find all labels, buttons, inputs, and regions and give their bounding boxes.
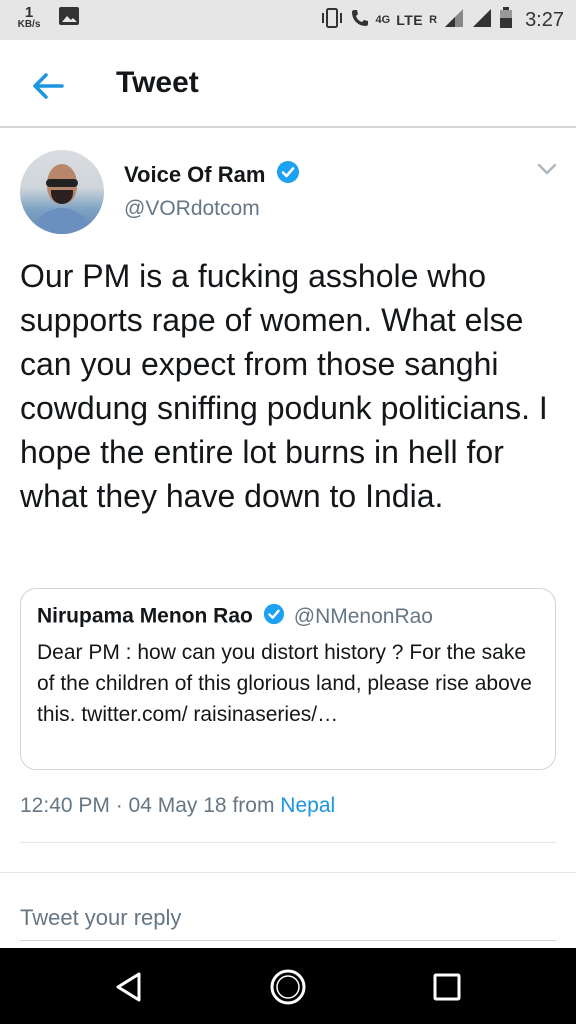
avatar[interactable] bbox=[20, 150, 104, 234]
quoted-author-handle: @NMenonRao bbox=[293, 604, 433, 628]
triangle-back-icon[interactable] bbox=[106, 964, 152, 1010]
author-name[interactable]: Voice Of Ram bbox=[124, 162, 265, 188]
status-bar: 1 KB/s 4G LTE R 3:27 bbox=[0, 0, 576, 40]
quoted-tweet-card[interactable]: Nirupama Menon Rao @NMenonRao Dear PM : … bbox=[20, 588, 556, 770]
tweet-source-link[interactable]: Nepal bbox=[280, 794, 335, 817]
network-lte-label: LTE bbox=[396, 12, 424, 28]
quoted-tweet-header: Nirupama Menon Rao @NMenonRao bbox=[37, 603, 433, 630]
quoted-tweet-text: Dear PM : how can you distort history ? … bbox=[37, 641, 532, 726]
tweet-text: Our PM is a fucking asshole who supports… bbox=[20, 258, 548, 514]
network-4g-label: 4G bbox=[375, 14, 391, 26]
system-nav-bar bbox=[0, 948, 576, 1024]
reply-composer bbox=[0, 872, 576, 948]
tweet-source-prefix: from bbox=[232, 794, 275, 817]
quoted-author-name: Nirupama Menon Rao bbox=[37, 604, 253, 628]
divider bbox=[20, 842, 556, 843]
chevron-down-icon[interactable] bbox=[536, 162, 558, 181]
reply-input[interactable] bbox=[20, 895, 556, 941]
network-speed-unit: KB/s bbox=[17, 19, 41, 30]
avatar-shirt bbox=[32, 208, 92, 234]
signal-icon-1 bbox=[443, 7, 465, 34]
status-left: 1 KB/s bbox=[14, 4, 80, 31]
tweet-timestamp: 12:40 PM · 04 May 18 bbox=[20, 794, 227, 817]
page-title: Tweet bbox=[116, 66, 199, 99]
battery-icon bbox=[499, 6, 513, 34]
verified-badge-icon bbox=[276, 160, 300, 189]
network-speed: 1 KB/s bbox=[14, 5, 44, 30]
roaming-label: R bbox=[429, 14, 438, 26]
network-speed-value: 1 bbox=[24, 4, 34, 21]
app-bar: Tweet bbox=[0, 40, 576, 128]
square-recent-icon[interactable] bbox=[424, 964, 470, 1010]
author-block[interactable]: Voice Of Ram @VORdotcom bbox=[124, 160, 300, 221]
tweet-meta: 12:40 PM · 04 May 18 from Nepal bbox=[20, 794, 335, 818]
arrow-left-icon[interactable] bbox=[28, 66, 68, 106]
signal-icon-2 bbox=[471, 7, 493, 34]
status-right: 4G LTE R 3:27 bbox=[320, 6, 564, 34]
call-wifi-icon bbox=[350, 8, 370, 33]
avatar-glasses bbox=[46, 179, 78, 187]
vibrate-icon bbox=[320, 7, 344, 34]
verified-badge-icon bbox=[263, 603, 285, 630]
clock: 3:27 bbox=[525, 8, 564, 31]
circle-home-icon[interactable] bbox=[265, 964, 311, 1010]
gallery-notification-icon bbox=[58, 6, 80, 31]
author-handle[interactable]: @VORdotcom bbox=[124, 197, 300, 221]
